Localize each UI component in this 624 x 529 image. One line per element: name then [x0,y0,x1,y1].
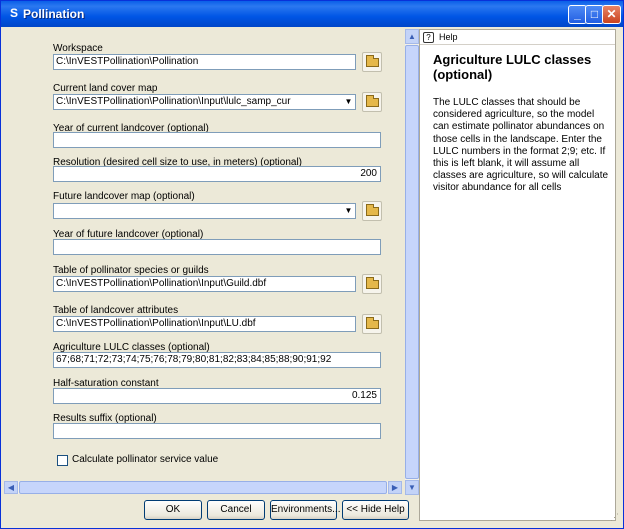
scroll-up-icon[interactable]: ▲ [405,29,419,44]
help-header: ? Help [420,30,615,45]
workspace-label: Workspace [53,43,103,54]
guilds-browse-button[interactable] [362,274,382,294]
parameters-panel: Workspace C:\InVESTPollination\Pollinati… [4,29,419,495]
folder-icon [366,95,379,107]
year-future-field[interactable] [53,239,381,255]
pollination-window: S Pollination _ □ ✕ Workspace C:\InVESTP… [0,0,624,529]
guilds-label: Table of pollinator species or guilds [53,265,209,276]
ok-button[interactable]: OK [144,500,202,520]
future-landcover-browse-button[interactable] [362,201,382,221]
current-landcover-label: Current land cover map [53,83,158,94]
button-bar: OK Cancel Environments... << Hide Help [1,497,416,529]
help-panel: ? Help Agriculture LULC classes (optiona… [419,29,616,521]
future-landcover-label: Future landcover map (optional) [53,191,195,202]
folder-icon [366,204,379,216]
scroll-left-icon[interactable]: ◀ [4,481,18,494]
chevron-down-icon[interactable]: ▼ [341,95,355,109]
half-saturation-field[interactable]: 0.125 [53,388,381,404]
current-landcover-combo[interactable]: C:\InVESTPollination\Pollination\Input\l… [53,94,356,110]
ag-classes-field[interactable]: 67;68;71;72;73;74;75;76;78;79;80;81;82;8… [53,352,381,368]
horizontal-scroll-thumb[interactable] [19,481,387,494]
calculate-service-checkbox[interactable] [57,455,68,466]
horizontal-scrollbar[interactable]: ◀ ▶ [4,481,402,494]
close-button[interactable]: ✕ [602,5,621,24]
future-landcover-combo[interactable]: ▼ [53,203,356,219]
cancel-button[interactable]: Cancel [207,500,265,520]
hide-help-button[interactable]: << Hide Help [342,500,409,520]
help-body: The LULC classes that should be consider… [433,97,609,194]
lc-attributes-field[interactable]: C:\InVESTPollination\Pollination\Input\L… [53,316,356,332]
vertical-scrollbar[interactable]: ▲ ▼ [405,29,419,495]
title-bar[interactable]: S Pollination _ □ ✕ [1,1,623,27]
guilds-field[interactable]: C:\InVESTPollination\Pollination\Input\G… [53,276,356,292]
lc-attributes-browse-button[interactable] [362,314,382,334]
results-suffix-field[interactable] [53,423,381,439]
scroll-down-icon[interactable]: ▼ [405,480,419,495]
help-title: Agriculture LULC classes (optional) [433,52,592,82]
resolution-field[interactable]: 200 [53,166,381,182]
vertical-scroll-thumb[interactable] [405,45,419,479]
current-landcover-value: C:\InVESTPollination\Pollination\Input\l… [56,96,291,107]
lc-attributes-label: Table of landcover attributes [53,305,179,316]
workspace-field[interactable]: C:\InVESTPollination\Pollination [53,54,356,70]
year-current-field[interactable] [53,132,381,148]
folder-icon [366,277,379,289]
scroll-right-icon[interactable]: ▶ [388,481,402,494]
help-icon: ? [423,32,434,43]
folder-icon [366,55,379,67]
environments-button[interactable]: Environments... [270,500,340,520]
workspace-browse-button[interactable] [362,52,382,72]
resize-grip-icon[interactable]: ⋰ [607,511,619,523]
current-landcover-browse-button[interactable] [362,92,382,112]
app-icon: S [9,6,18,20]
folder-icon [366,317,379,329]
window-title: Pollination [23,7,85,21]
chevron-down-icon[interactable]: ▼ [341,204,355,218]
help-header-label: Help [439,32,458,42]
calculate-service-label[interactable]: Calculate pollinator service value [72,454,218,465]
